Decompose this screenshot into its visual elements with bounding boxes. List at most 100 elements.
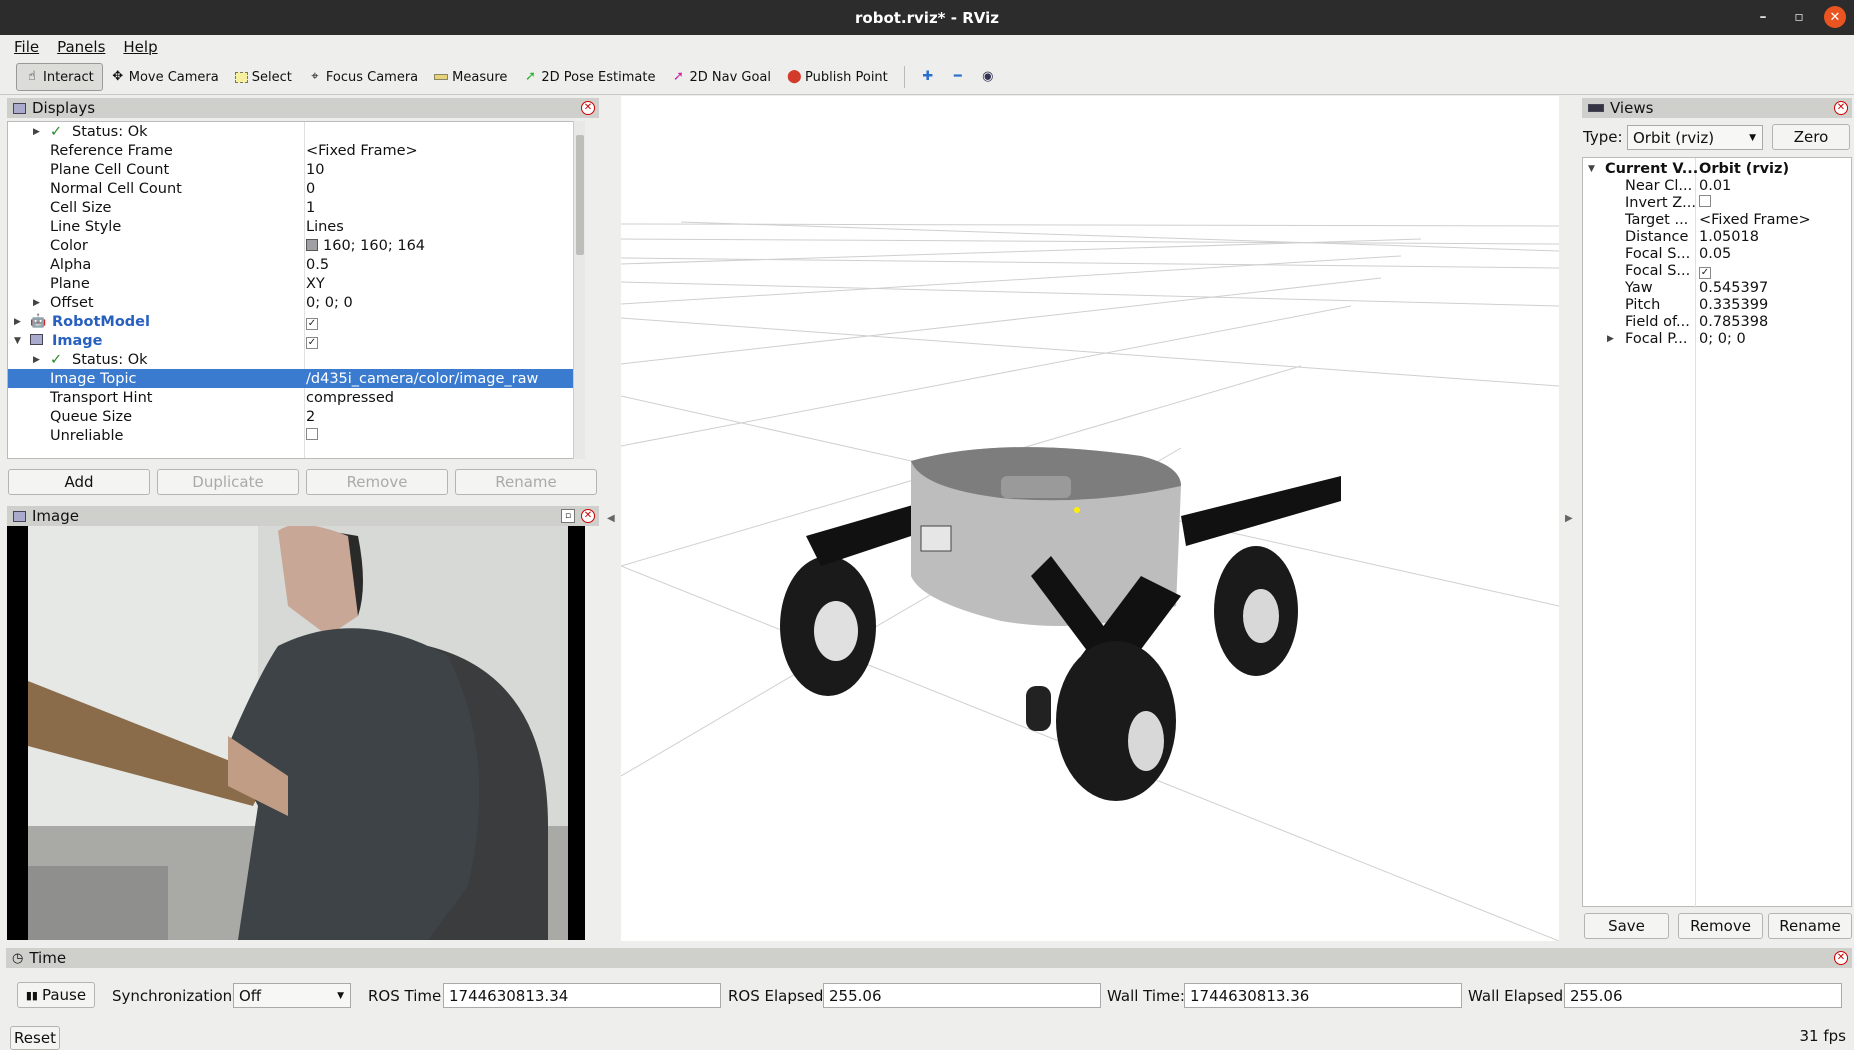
property-value[interactable]: 0.545397	[1699, 280, 1768, 296]
color-value[interactable]: 160; 160; 164	[306, 238, 425, 254]
save-view-button[interactable]: Save	[1584, 913, 1669, 939]
property-value[interactable]: 0.785398	[1699, 314, 1768, 330]
collapse-arrow-icon[interactable]: ▼	[1588, 164, 1595, 174]
tree-row[interactable]: Alpha 0.5	[8, 255, 584, 274]
tree-row[interactable]: Normal Cell Count 0	[8, 179, 584, 198]
tree-row[interactable]: Focal S... ✓	[1583, 262, 1853, 279]
remove-tool-button[interactable]: ━	[943, 63, 973, 91]
image-topic-value[interactable]: /d435i_camera/color/image_raw	[306, 371, 538, 387]
expand-arrow-icon[interactable]: ▶	[1607, 334, 1614, 344]
expand-arrow-icon[interactable]: ▶	[33, 298, 40, 308]
tree-row-selected[interactable]: Image Topic /d435i_camera/color/image_ra…	[8, 369, 584, 388]
tree-row[interactable]: Color 160; 160; 164	[8, 236, 584, 255]
tree-row[interactable]: Plane Cell Count 10	[8, 160, 584, 179]
ros-elapsed-field[interactable]: 255.06	[823, 983, 1101, 1008]
tree-row-image[interactable]: ▼ Image ✓	[8, 331, 584, 350]
property-value[interactable]: 0; 0; 0	[1699, 331, 1746, 347]
property-value[interactable]: compressed	[306, 390, 394, 406]
tree-row[interactable]: Field of... 0.785398	[1583, 313, 1853, 330]
expand-arrow-icon[interactable]: ▶	[33, 355, 40, 365]
remove-display-button[interactable]: Remove	[306, 469, 448, 495]
tree-row[interactable]: Unreliable	[8, 426, 584, 445]
tree-row[interactable]: Target ... <Fixed Frame>	[1583, 211, 1853, 228]
unreliable-checkbox[interactable]	[306, 427, 318, 444]
close-panel-icon[interactable]: ✕	[1834, 101, 1848, 115]
property-value[interactable]: 1.05018	[1699, 229, 1759, 245]
pose-estimate-tool-button[interactable]: ➚ 2D Pose Estimate	[515, 63, 663, 91]
menu-help[interactable]: Help	[123, 38, 157, 56]
rename-view-button[interactable]: Rename	[1768, 913, 1852, 939]
tree-row[interactable]: Line Style Lines	[8, 217, 584, 236]
add-tool-button[interactable]: ✚	[913, 63, 943, 91]
property-value[interactable]: 0.335399	[1699, 297, 1768, 313]
property-value[interactable]: 0	[306, 181, 315, 197]
nav-goal-tool-button[interactable]: ➚ 2D Nav Goal	[663, 63, 779, 91]
tree-row[interactable]: Near Cl... 0.01	[1583, 177, 1853, 194]
tree-row[interactable]: Transport Hint compressed	[8, 388, 584, 407]
property-value[interactable]: 0.01	[1699, 178, 1731, 194]
close-panel-icon[interactable]: ✕	[581, 101, 595, 115]
scroll-thumb[interactable]	[576, 135, 584, 255]
wall-elapsed-field[interactable]: 255.06	[1564, 983, 1842, 1008]
focal-shape-checkbox[interactable]: ✓	[1699, 263, 1711, 279]
add-display-button[interactable]: Add	[8, 469, 150, 495]
measure-tool-button[interactable]: Measure	[426, 63, 515, 91]
property-value[interactable]: <Fixed Frame>	[306, 143, 418, 159]
tree-row[interactable]: Queue Size 2	[8, 407, 584, 426]
reset-button[interactable]: Reset	[10, 1026, 60, 1050]
menu-file[interactable]: File	[14, 38, 39, 56]
property-value[interactable]: 2	[306, 409, 315, 425]
tree-row[interactable]: Pitch 0.335399	[1583, 296, 1853, 313]
tree-row[interactable]: ▶ Offset 0; 0; 0	[8, 293, 584, 312]
tree-row[interactable]: ▼ Current V... Orbit (rviz)	[1583, 160, 1853, 177]
remove-view-button[interactable]: Remove	[1678, 913, 1763, 939]
tree-row[interactable]: Focal S... 0.05	[1583, 245, 1853, 262]
maximize-icon[interactable]: ▫	[1788, 6, 1810, 28]
focus-camera-tool-button[interactable]: ⌖ Focus Camera	[300, 63, 426, 91]
ros-time-field[interactable]: 1744630813.34	[443, 983, 721, 1008]
view-type-dropdown[interactable]: Orbit (rviz) ▼	[1627, 125, 1763, 150]
close-icon[interactable]: ✕	[1824, 6, 1846, 28]
property-value[interactable]: 0.5	[306, 257, 329, 273]
property-value[interactable]: 0.05	[1699, 246, 1731, 262]
tree-row[interactable]: Yaw 0.545397	[1583, 279, 1853, 296]
menu-panels[interactable]: Panels	[57, 38, 105, 56]
enable-checkbox[interactable]: ✓	[306, 314, 318, 330]
tree-row[interactable]: Distance 1.05018	[1583, 228, 1853, 245]
tree-row[interactable]: ▶ Focal P... 0; 0; 0	[1583, 330, 1853, 347]
enable-checkbox[interactable]: ✓	[306, 333, 318, 349]
close-panel-icon[interactable]: ✕	[1834, 951, 1848, 965]
tree-row-robotmodel[interactable]: ▶ 🤖 RobotModel ✓	[8, 312, 584, 331]
expand-arrow-icon[interactable]: ▶	[33, 127, 40, 137]
3d-render-viewport[interactable]	[621, 96, 1559, 941]
duplicate-display-button[interactable]: Duplicate	[157, 469, 299, 495]
property-value[interactable]: 0; 0; 0	[306, 295, 353, 311]
publish-point-tool-button[interactable]: ⬤ Publish Point	[779, 63, 896, 91]
pause-button[interactable]: ▮▮ Pause	[17, 982, 95, 1008]
property-value[interactable]: XY	[306, 276, 325, 292]
property-value[interactable]: 1	[306, 200, 315, 216]
invert-z-checkbox[interactable]	[1699, 194, 1711, 211]
property-value[interactable]: 10	[306, 162, 324, 178]
tree-row[interactable]: Invert Z...	[1583, 194, 1853, 211]
wall-time-field[interactable]: 1744630813.36	[1184, 983, 1462, 1008]
interact-tool-button[interactable]: ☝ Interact	[16, 63, 103, 91]
select-tool-button[interactable]: Select	[227, 63, 300, 91]
close-panel-icon[interactable]: ✕	[581, 509, 595, 523]
collapse-left-icon[interactable]: ◀	[607, 513, 615, 524]
displays-scrollbar[interactable]	[573, 121, 585, 459]
camera-type-button[interactable]: ◉	[973, 63, 1003, 91]
property-value[interactable]: Lines	[306, 219, 344, 235]
collapse-right-icon[interactable]: ▶	[1565, 513, 1573, 524]
zero-button[interactable]: Zero	[1772, 124, 1850, 150]
undock-icon[interactable]: ▫	[561, 509, 575, 523]
minimize-icon[interactable]: –	[1752, 6, 1774, 28]
tree-row[interactable]: Cell Size 1	[8, 198, 584, 217]
tree-row[interactable]: ▶ ✓ Status: Ok	[8, 350, 584, 369]
collapse-arrow-icon[interactable]: ▼	[14, 336, 21, 346]
property-value[interactable]: <Fixed Frame>	[1699, 212, 1811, 228]
tree-row[interactable]: Plane XY	[8, 274, 584, 293]
expand-arrow-icon[interactable]: ▶	[14, 317, 21, 327]
tree-row[interactable]: Reference Frame <Fixed Frame>	[8, 141, 584, 160]
tree-row[interactable]: ▶ ✓ Status: Ok	[8, 122, 584, 141]
